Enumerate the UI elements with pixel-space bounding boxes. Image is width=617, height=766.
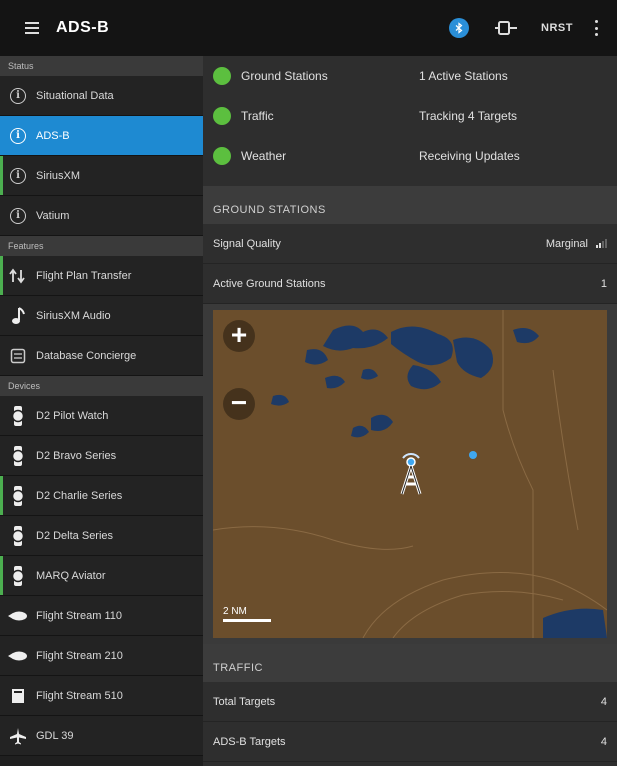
status-ok-icon — [213, 107, 231, 125]
sidebar-item-flight-plan-transfer[interactable]: Flight Plan Transfer — [0, 256, 203, 296]
map-scale: 2 NM — [223, 606, 271, 622]
status-row-ground-stations: Ground Stations 1 Active Stations — [203, 56, 617, 96]
sidebar-item-label: SiriusXM — [36, 169, 81, 182]
section-header-devices: Devices — [0, 376, 203, 396]
sd-card-icon — [8, 686, 28, 706]
status-name: Traffic — [241, 109, 274, 123]
signal-strength-icon — [596, 239, 607, 248]
active-ground-stations-row[interactable]: Active Ground Stations 1 — [203, 264, 617, 304]
info-icon: i — [10, 207, 26, 224]
sidebar-item-label: Situational Data — [36, 89, 114, 102]
sidebar-item-d2-pilot-watch[interactable]: D2 Pilot Watch — [0, 396, 203, 436]
status-row-traffic: Traffic Tracking 4 Targets — [203, 96, 617, 136]
status-value: 1 Active Stations — [419, 69, 508, 83]
info-icon: i — [10, 87, 26, 104]
nearest-button[interactable]: NRST — [541, 22, 573, 34]
map-scale-label: 2 NM — [223, 606, 247, 617]
sidebar-item-label: Vatium — [36, 209, 70, 222]
ground-station-map[interactable]: + − 2 NM — [213, 310, 607, 638]
status-value: Receiving Updates — [419, 149, 520, 163]
watch-icon — [8, 565, 28, 586]
sidebar-item-siriusxm[interactable]: i SiriusXM — [0, 156, 203, 196]
section-header-traffic: TRAFFIC — [203, 644, 617, 682]
sidebar-item-label: SiriusXM Audio — [36, 309, 111, 322]
status-value: Tracking 4 Targets — [419, 109, 518, 123]
sidebar-item-ads-b[interactable]: i ADS-B — [0, 116, 203, 156]
sidebar: Status i Situational Data i ADS-B i Siri… — [0, 56, 203, 766]
adsb-targets-label: ADS-B Targets — [213, 735, 286, 748]
sidebar-item-label: GDL 39 — [36, 729, 74, 742]
active-ground-stations-value: 1 — [600, 277, 607, 290]
sidebar-item-gdl-39[interactable]: GDL 39 — [0, 716, 203, 756]
menu-icon — [25, 22, 39, 34]
watch-icon — [8, 485, 28, 506]
status-row-weather: Weather Receiving Updates — [203, 136, 617, 176]
adsb-targets-value: 4 — [600, 735, 607, 748]
sidebar-item-flight-stream-510[interactable]: Flight Stream 510 — [0, 676, 203, 716]
total-targets-row: Total Targets 4 — [203, 682, 617, 722]
sidebar-item-siriusxm-audio[interactable]: SiriusXM Audio — [0, 296, 203, 336]
section-header-features: Features — [0, 236, 203, 256]
info-icon: i — [10, 127, 26, 144]
zoom-out-button[interactable]: − — [223, 388, 255, 420]
sidebar-item-d2-charlie-series[interactable]: D2 Charlie Series — [0, 476, 203, 516]
app-bar: ADS-B NRST — [0, 0, 617, 56]
ground-station-icon[interactable] — [396, 450, 426, 503]
adsb-targets-row: ADS-B Targets 4 — [203, 722, 617, 762]
music-note-icon — [8, 306, 28, 326]
plane-icon — [8, 726, 28, 746]
info-icon: i — [10, 167, 26, 184]
sidebar-item-marq-aviator[interactable]: MARQ Aviator — [0, 556, 203, 596]
sidebar-item-label: Flight Stream 510 — [36, 689, 123, 702]
watch-icon — [8, 405, 28, 426]
flight-stream-icon — [8, 606, 28, 626]
status-name: Weather — [241, 149, 287, 163]
traffic-target-icon[interactable] — [469, 451, 477, 459]
sidebar-item-situational-data[interactable]: i Situational Data — [0, 76, 203, 116]
sidebar-item-vatium[interactable]: i Vatium — [0, 196, 203, 236]
section-header-ground-stations: GROUND STATIONS — [203, 186, 617, 224]
status-ok-icon — [213, 67, 231, 85]
signal-quality-value: Marginal — [545, 237, 588, 250]
section-header-status: Status — [0, 56, 203, 76]
sidebar-item-label: D2 Bravo Series — [36, 449, 117, 462]
status-name: Ground Stations — [241, 69, 328, 83]
watch-icon — [8, 525, 28, 546]
sidebar-item-flight-stream-110[interactable]: Flight Stream 110 — [0, 596, 203, 636]
watch-icon — [8, 445, 28, 466]
database-icon — [8, 346, 28, 366]
more-vert-icon[interactable] — [595, 20, 599, 36]
total-targets-label: Total Targets — [213, 695, 276, 708]
sidebar-item-label: D2 Delta Series — [36, 529, 114, 542]
signal-quality-label: Signal Quality — [213, 237, 281, 250]
map-container: + − 2 NM — [203, 304, 617, 644]
active-ground-stations-label: Active Ground Stations — [213, 277, 326, 290]
map-scale-bar — [223, 619, 271, 622]
zoom-in-button[interactable]: + — [223, 320, 255, 352]
status-ok-icon — [213, 147, 231, 165]
sidebar-item-d2-bravo-series[interactable]: D2 Bravo Series — [0, 436, 203, 476]
sidebar-item-label: Flight Stream 110 — [36, 609, 123, 622]
transfer-icon — [8, 266, 28, 286]
total-targets-value: 4 — [600, 695, 607, 708]
sidebar-item-database-concierge[interactable]: Database Concierge — [0, 336, 203, 376]
sidebar-item-label: D2 Pilot Watch — [36, 409, 109, 422]
sidebar-item-d2-delta-series[interactable]: D2 Delta Series — [0, 516, 203, 556]
sidebar-item-label: D2 Charlie Series — [36, 489, 123, 502]
menu-button[interactable] — [16, 0, 48, 56]
bluetooth-icon[interactable] — [449, 18, 470, 38]
device-connection-icon[interactable] — [495, 20, 519, 36]
sidebar-item-flight-stream-210[interactable]: Flight Stream 210 — [0, 636, 203, 676]
sidebar-item-label: Flight Stream 210 — [36, 649, 123, 662]
sidebar-item-label: MARQ Aviator — [36, 569, 106, 582]
sidebar-item-label: Flight Plan Transfer — [36, 269, 132, 282]
flight-stream-icon — [8, 646, 28, 666]
sidebar-item-label: ADS-B — [36, 129, 70, 142]
signal-quality-row: Signal Quality Marginal — [203, 224, 617, 264]
main-panel: Ground Stations 1 Active Stations Traffi… — [203, 56, 617, 766]
page-title: ADS-B — [56, 19, 110, 36]
sidebar-item-label: Database Concierge — [36, 349, 137, 362]
